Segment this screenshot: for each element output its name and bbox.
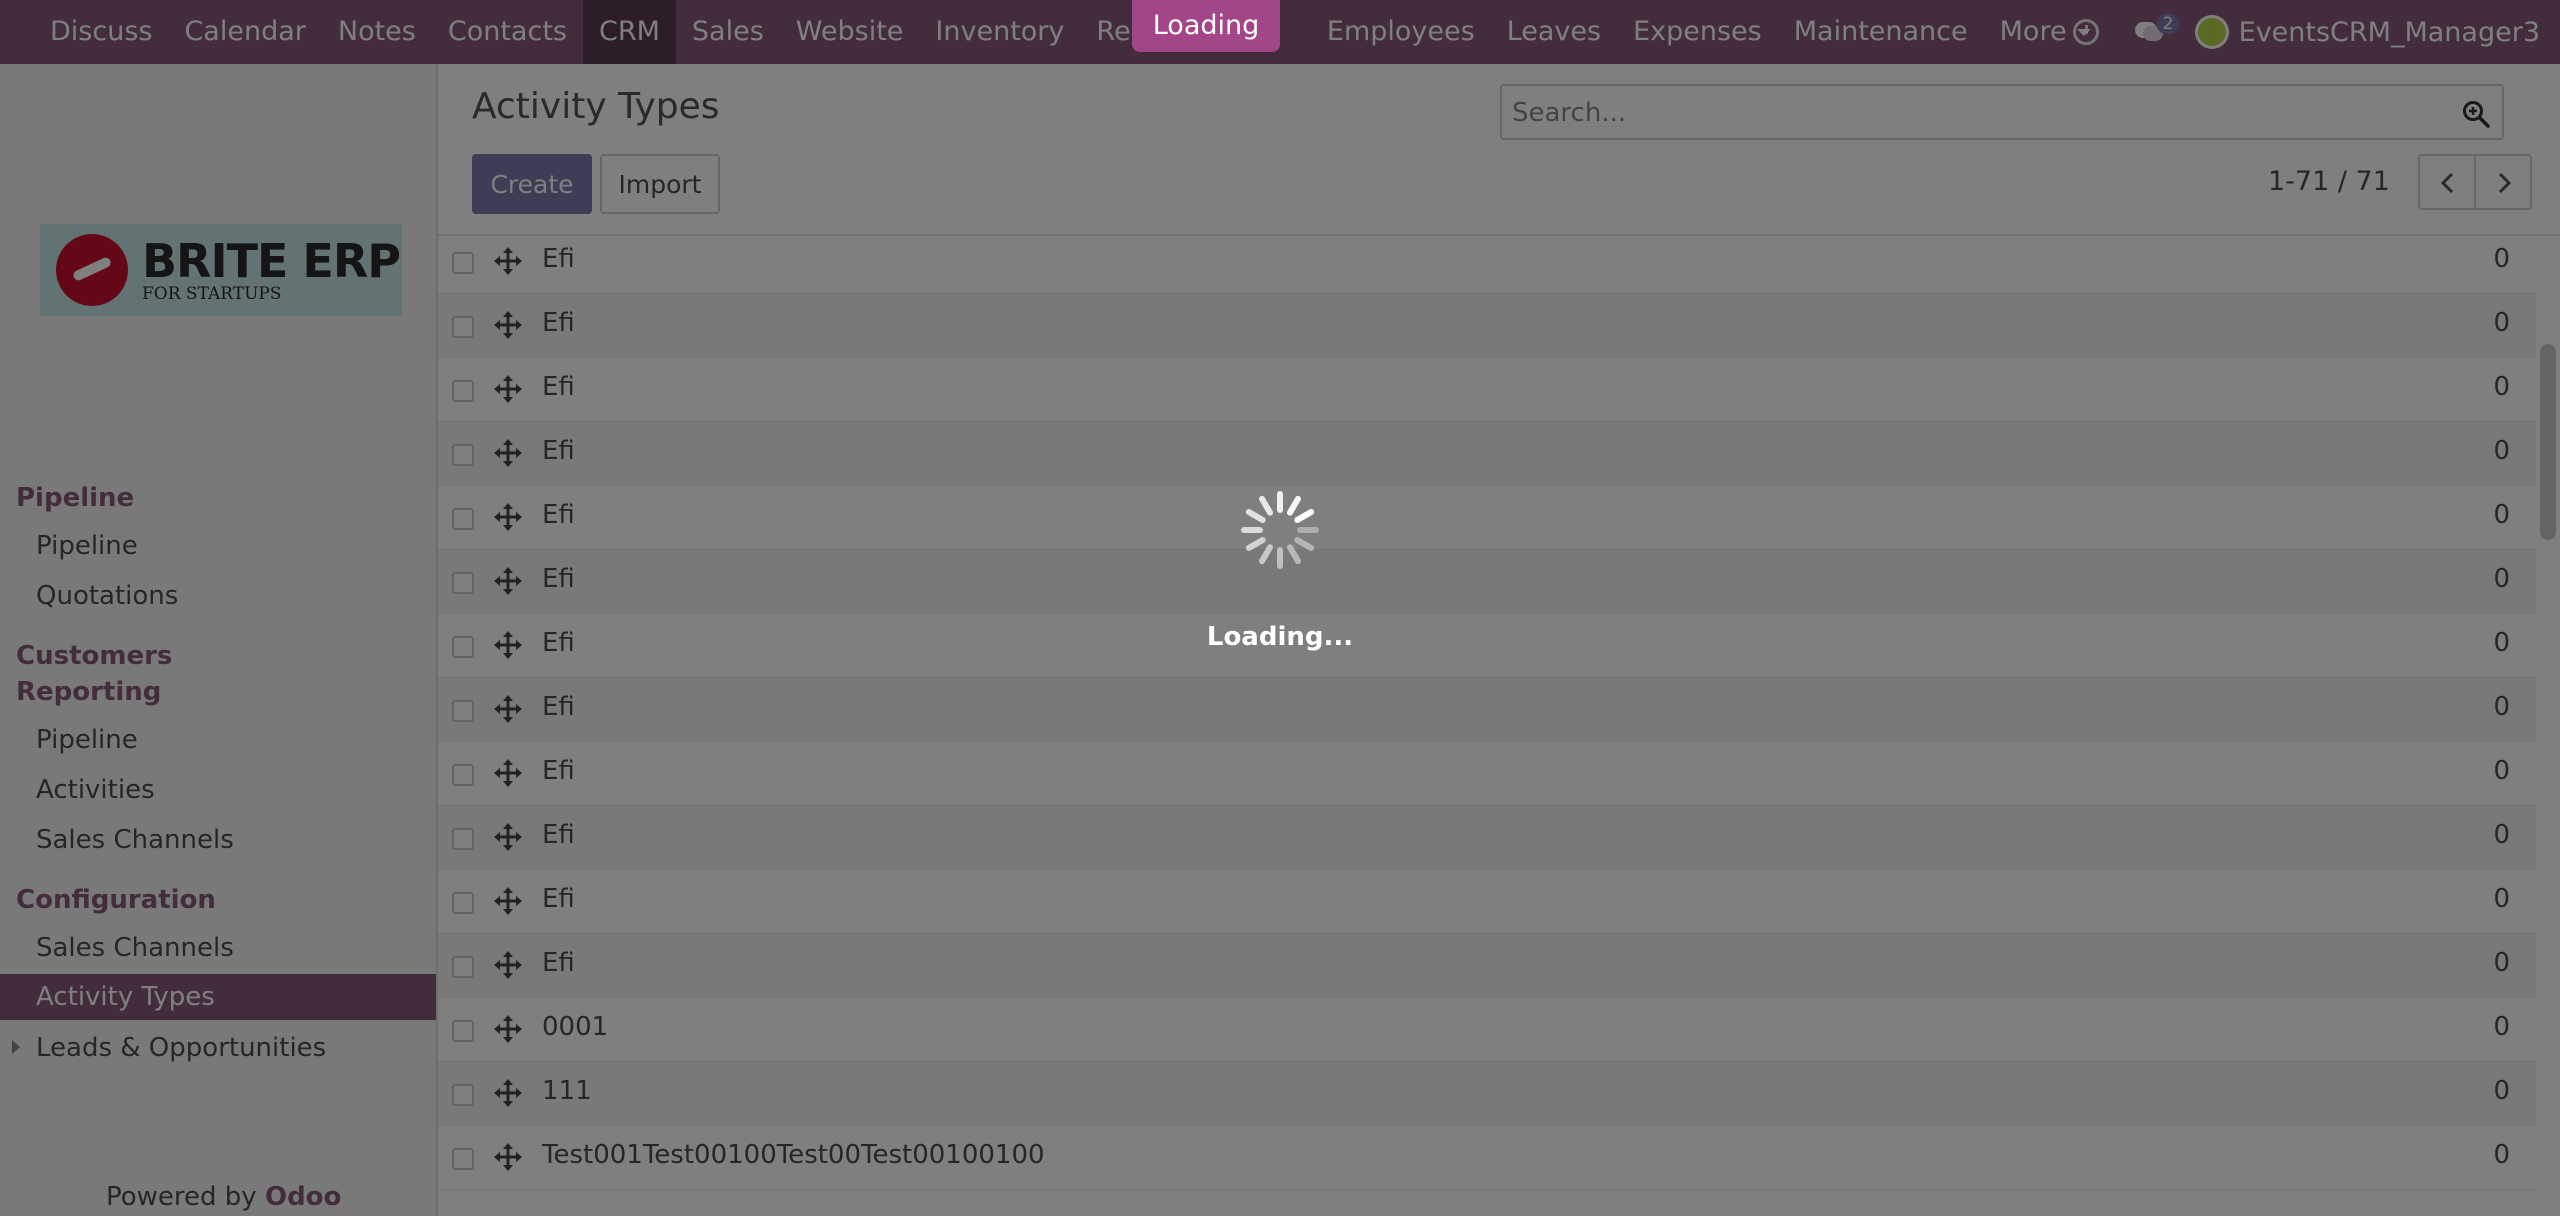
loading-indicator: Loading [1132, 0, 1280, 52]
loading-overlay [0, 0, 2560, 1216]
spinner-icon [1241, 491, 1319, 569]
loading-message: Loading... [1206, 622, 1354, 652]
